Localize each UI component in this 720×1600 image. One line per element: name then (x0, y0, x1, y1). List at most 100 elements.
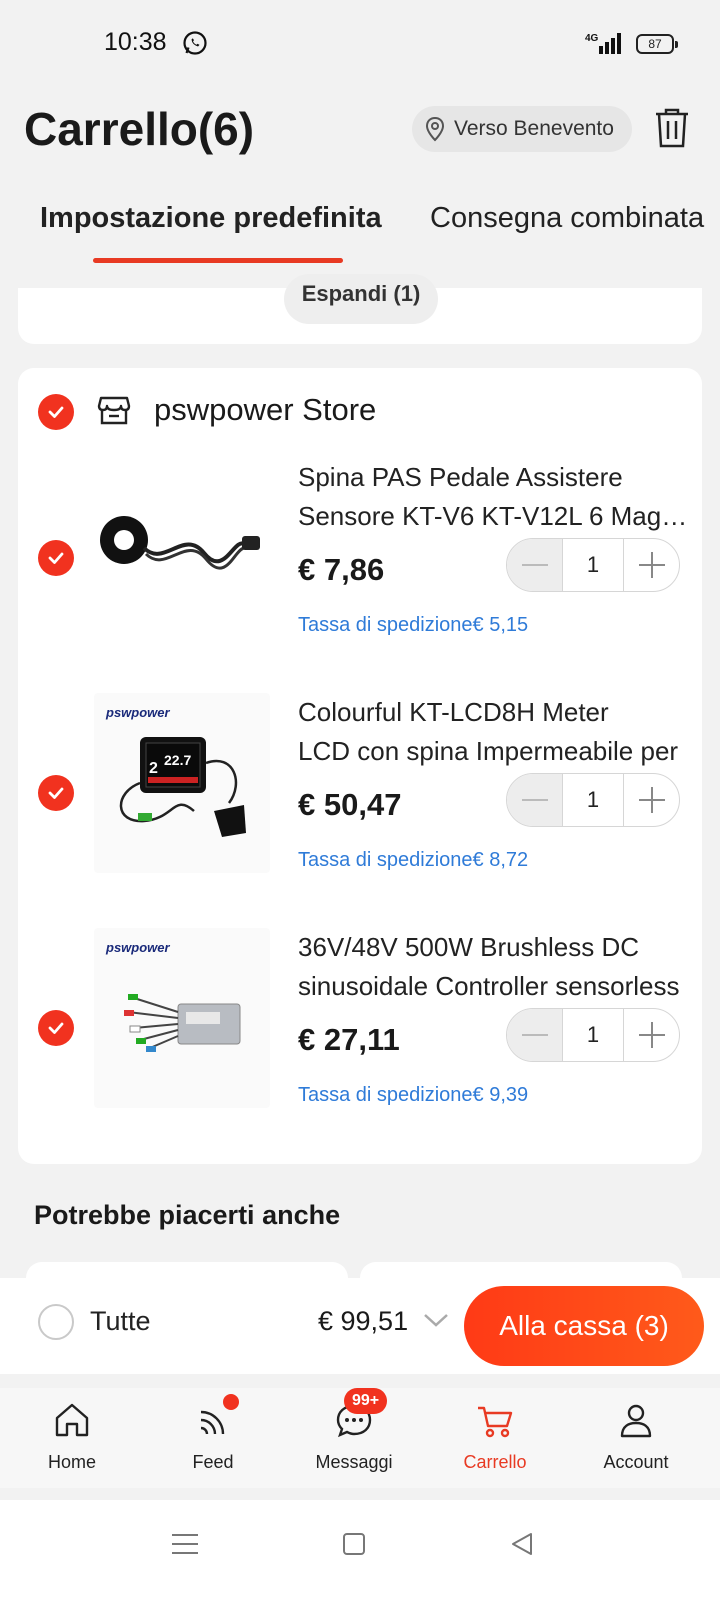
product-title-line2: Sensore KT-V6 KT-V12L 6 Magneti (298, 501, 690, 531)
minus-icon (521, 1034, 548, 1036)
nav-label: Messaggi (315, 1452, 393, 1472)
cart-tabs: Impostazione predefinita Consegna combin… (0, 180, 720, 280)
decrease-button[interactable] (507, 1009, 563, 1061)
nav-label: Feed (192, 1452, 234, 1472)
decrease-button[interactable] (507, 774, 563, 826)
increase-button[interactable] (623, 774, 679, 826)
whatsapp-icon (183, 31, 207, 55)
brand-logo: pswpower (105, 940, 171, 955)
store-card: pswpower Store Spina PAS Pedale Assister… (18, 368, 702, 1164)
product-title-line2: sinusoidale Controller sensorless (298, 971, 680, 1001)
increase-button[interactable] (623, 539, 679, 591)
checkout-bar: Tutte € 99,51 Alla cassa (3) (0, 1278, 720, 1374)
select-all-checkbox[interactable] (38, 1304, 74, 1340)
nav-feed[interactable]: Feed (141, 1388, 285, 1488)
product-title-line1: 36V/48V 500W Brushless DC (298, 932, 640, 962)
product-image[interactable]: pswpower 2 22.7 (94, 693, 270, 873)
checkmark-icon (48, 787, 64, 799)
trash-icon[interactable] (652, 106, 692, 150)
previous-store-card: Espandi (1) (18, 274, 702, 344)
select-all-label[interactable]: Tutte (90, 1306, 151, 1337)
location-label: Verso Benevento (454, 117, 614, 140)
quantity-value[interactable]: 1 (563, 539, 623, 591)
nav-cart[interactable]: Carrello (423, 1388, 567, 1488)
home-square-icon[interactable] (342, 1532, 366, 1556)
nav-label: Account (603, 1452, 669, 1472)
checkmark-icon (48, 552, 64, 564)
clock: 10:38 (104, 28, 167, 56)
total-price: € 99,51 (318, 1306, 409, 1336)
product-title[interactable]: Spina PAS Pedale Assistere Sensore KT-V6… (298, 458, 690, 536)
svg-text:4G: 4G (585, 33, 599, 44)
nav-home[interactable]: Home (0, 1388, 144, 1488)
quantity-stepper: 1 (506, 538, 680, 592)
plus-icon (638, 1022, 665, 1048)
minus-icon (521, 799, 548, 801)
brand-logo: pswpower (105, 705, 171, 720)
product-title[interactable]: Colourful KT-LCD8H Meter LCD con spina I… (298, 693, 690, 771)
quantity-stepper: 1 (506, 773, 680, 827)
lcd-display-image: pswpower 2 22.7 (105, 705, 246, 837)
location-pin-icon (425, 116, 445, 142)
decrease-button[interactable] (507, 539, 563, 591)
quantity-value[interactable]: 1 (563, 1009, 623, 1061)
nav-label: Carrello (463, 1452, 527, 1472)
notification-dot (223, 1394, 239, 1410)
suggestions-title: Potrebbe piacerti anche (34, 1200, 341, 1230)
product-price: € 7,86 (298, 552, 385, 587)
cart-icon (478, 1406, 513, 1438)
item-checkbox[interactable] (38, 775, 74, 811)
cart-header: Carrello(6) Verso Benevento (0, 90, 720, 170)
signal-icon: 4G (585, 33, 621, 54)
menu-icon[interactable] (172, 1532, 198, 1556)
tab-combined-delivery[interactable]: Consegna combinata (430, 202, 704, 235)
expand-button[interactable]: Espandi (1) (284, 274, 438, 324)
nav-account[interactable]: Account (564, 1388, 708, 1488)
lcd-level: 2 (149, 760, 158, 777)
checkmark-icon (48, 406, 64, 418)
system-navigation-bar (0, 1500, 720, 1600)
cart-item: Spina PAS Pedale Assistere Sensore KT-V6… (18, 458, 702, 688)
shipping-fee[interactable]: Tassa di spedizione€ 5,15 (298, 614, 528, 637)
nav-messages[interactable]: 99+ Messaggi (282, 1388, 426, 1488)
checkout-button[interactable]: Alla cassa (3) (464, 1286, 704, 1366)
pas-sensor-image (100, 516, 260, 570)
home-icon (55, 1403, 89, 1437)
cart-item: pswpower 2 22.7 Colourful KT-LCD8H Meter… (18, 693, 702, 923)
shipping-location-button[interactable]: Verso Benevento (412, 106, 632, 152)
status-bar: 10:38 4G 87 (0, 0, 720, 90)
product-title[interactable]: 36V/48V 500W Brushless DC sinusoidale Co… (298, 928, 690, 1006)
shipping-fee[interactable]: Tassa di spedizione€ 9,39 (298, 1084, 528, 1107)
account-icon (620, 1404, 652, 1438)
lcd-speed: 22.7 (164, 752, 191, 768)
cart-item: pswpower 36V/48V 500W Brushless DC sinus… (18, 928, 702, 1158)
back-icon[interactable] (510, 1532, 534, 1556)
minus-icon (521, 564, 548, 566)
item-checkbox[interactable] (38, 1010, 74, 1046)
tab-default[interactable]: Impostazione predefinita (40, 202, 382, 235)
page-title: Carrello(6) (24, 103, 255, 155)
product-price: € 27,11 (298, 1022, 400, 1057)
shipping-fee[interactable]: Tassa di spedizione€ 8,72 (298, 849, 528, 872)
message-badge: 99+ (344, 1388, 388, 1414)
product-image[interactable] (94, 458, 270, 638)
product-title-line1: Colourful KT-LCD8H Meter (298, 697, 609, 727)
store-name[interactable]: pswpower Store (154, 392, 376, 428)
checkmark-icon (48, 1022, 64, 1034)
item-checkbox[interactable] (38, 540, 74, 576)
quantity-stepper: 1 (506, 1008, 680, 1062)
nav-label: Home (47, 1452, 96, 1472)
plus-icon (638, 552, 665, 578)
product-image[interactable]: pswpower (94, 928, 270, 1108)
controller-image: pswpower (105, 940, 241, 1052)
store-checkbox[interactable] (38, 394, 74, 430)
plus-icon (638, 787, 665, 813)
product-title-line1: Spina PAS Pedale Assistere (298, 462, 623, 492)
product-price: € 50,47 (298, 787, 402, 822)
product-title-line2: LCD con spina Impermeabile per (298, 736, 679, 766)
battery-icon: 87 (636, 34, 678, 54)
increase-button[interactable] (623, 1009, 679, 1061)
store-icon (97, 396, 131, 425)
quantity-value[interactable]: 1 (563, 774, 623, 826)
chevron-down-icon[interactable] (422, 1310, 450, 1330)
